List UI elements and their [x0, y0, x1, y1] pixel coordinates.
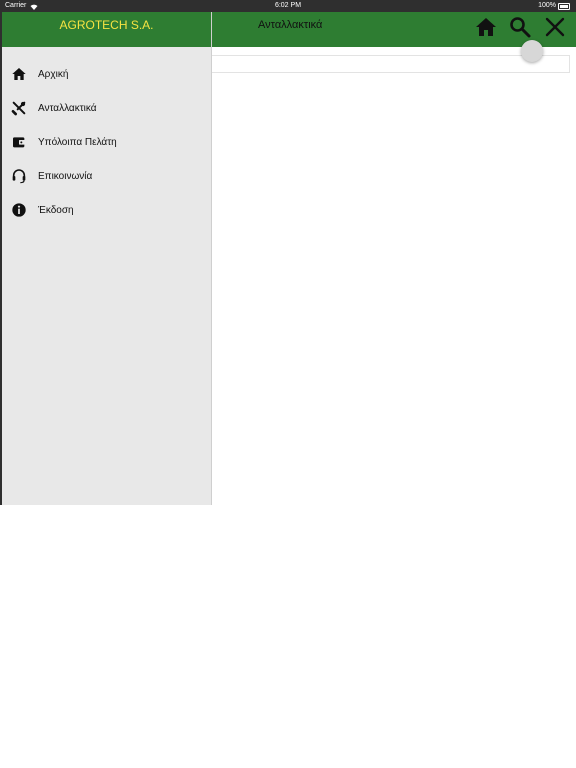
headset-icon — [10, 167, 28, 185]
drawer-item-customer-balance[interactable]: Υπόλοιπα Πελάτη — [0, 125, 211, 159]
drawer-item-label: Ανταλλακτικά — [38, 102, 97, 114]
wallet-icon — [10, 133, 28, 151]
drawer-item-spare-parts[interactable]: Ανταλλακτικά — [0, 91, 211, 125]
home-icon — [10, 65, 28, 83]
drawer-header: AGROTECH S.A. — [2, 12, 211, 47]
drawer-item-label: Υπόλοιπα Πελάτη — [38, 136, 117, 148]
page-title: Ανταλλακτικά — [258, 19, 323, 31]
drawer-item-label: Αρχική — [38, 68, 69, 80]
tools-icon — [10, 99, 28, 117]
drawer-item-contact[interactable]: Επικοινωνία — [0, 159, 211, 193]
search-field[interactable] — [212, 55, 570, 73]
blank-area — [0, 505, 576, 768]
battery-percent: 100% — [538, 2, 556, 9]
drawer-item-home[interactable]: Αρχική — [0, 57, 211, 91]
drawer-item-label: Έκδοση — [38, 204, 74, 216]
drawer-menu: Αρχική Ανταλλακτικά Υπόλοιπα Πελάτη Επικ… — [0, 57, 211, 227]
close-icon[interactable] — [543, 15, 567, 39]
search-icon[interactable] — [508, 15, 532, 39]
screen-edge — [0, 0, 2, 505]
drawer-item-version[interactable]: Έκδοση — [0, 193, 211, 227]
app-screen: Carrier 6:02 PM 100% Ανταλλακτικά AGROTE… — [0, 0, 576, 505]
info-icon — [10, 201, 28, 219]
drawer-item-label: Επικοινωνία — [38, 170, 93, 182]
navigation-drawer: AGROTECH S.A. Αρχική Ανταλλακτικά Υπόλοι… — [0, 12, 212, 505]
battery-icon — [558, 3, 570, 10]
status-time: 6:02 PM — [274, 2, 302, 9]
home-icon[interactable] — [474, 15, 498, 39]
floating-action-button[interactable] — [521, 40, 543, 62]
status-bar: Carrier 6:02 PM 100% — [0, 0, 576, 12]
brand-title: AGROTECH S.A. — [59, 18, 154, 32]
